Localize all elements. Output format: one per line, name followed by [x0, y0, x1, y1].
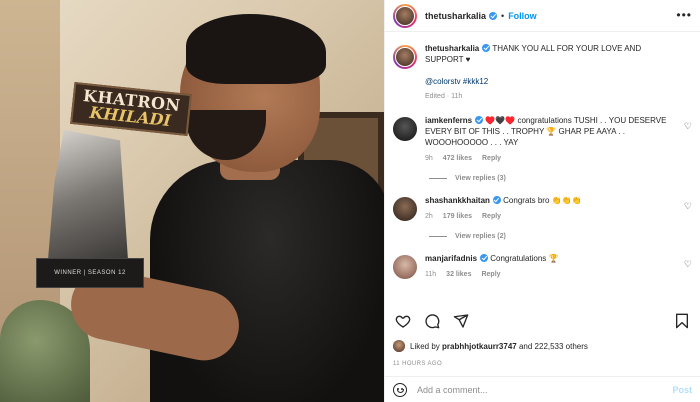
follow-button[interactable]: Follow: [508, 11, 537, 21]
verified-icon: [480, 254, 489, 262]
reply-button[interactable]: Reply: [481, 269, 500, 280]
comment-button[interactable]: [422, 311, 442, 331]
verified-icon: [482, 44, 491, 52]
action-bar: [393, 310, 692, 332]
reply-button[interactable]: Reply: [482, 211, 501, 222]
add-comment-bar: Post: [385, 376, 700, 402]
post-sidebar: thetusharkalia • Follow ••• thetusharkal…: [384, 0, 700, 402]
comments-list[interactable]: thetusharkalia THANK YOU ALL FOR YOUR LO…: [385, 33, 700, 305]
likes-user[interactable]: prabhhjotkaurr3747: [442, 342, 517, 351]
list-item: iamkenferns ♥️🖤♥️ congratulations TUSHI …: [385, 115, 700, 164]
comment-username[interactable]: manjarifadnis: [425, 254, 477, 263]
trophy-base-text: WINNER | SEASON 12: [54, 270, 126, 276]
comment-input[interactable]: [417, 384, 673, 395]
post-image[interactable]: WINNER | SEASON 12 KHATRON KHILADI: [0, 0, 384, 402]
avatar[interactable]: [393, 340, 405, 352]
avatar[interactable]: [393, 197, 417, 221]
post-header: thetusharkalia • Follow •••: [385, 0, 700, 32]
caption-username[interactable]: thetusharkalia: [425, 44, 479, 53]
show-logo: KHATRON KHILADI: [70, 81, 192, 137]
share-button[interactable]: [451, 311, 471, 331]
verified-icon: [489, 11, 498, 20]
post-button[interactable]: Post: [672, 385, 692, 395]
list-item: shashankkhaitan Congrats bro 👏👏👏 2h 179 …: [385, 195, 700, 222]
heart-icon[interactable]: ♡: [684, 259, 692, 270]
comment-text: Congratulations 🏆: [490, 254, 559, 263]
share-icon: [453, 314, 469, 328]
like-button[interactable]: [393, 311, 413, 331]
avatar[interactable]: [393, 117, 417, 141]
heart-icon: [395, 315, 411, 328]
view-replies-label: View replies (3): [455, 175, 506, 182]
verified-icon: [475, 116, 484, 124]
comment-time: 9h: [425, 155, 433, 162]
view-replies-button[interactable]: View replies (3): [429, 175, 700, 182]
comment-likes[interactable]: 32 likes: [446, 269, 471, 280]
likes-suffix[interactable]: and 222,533 others: [519, 342, 588, 351]
comment-username[interactable]: iamkenferns: [425, 116, 472, 125]
more-icon[interactable]: •••: [676, 8, 692, 22]
caption-tags[interactable]: @colorstv #kkk12: [425, 76, 674, 87]
avatar[interactable]: [393, 45, 417, 69]
caption-edited: Edited · 11h: [425, 93, 463, 100]
comment-likes[interactable]: 179 likes: [443, 211, 472, 222]
header-username[interactable]: thetusharkalia: [425, 11, 486, 21]
view-replies-button[interactable]: View replies (2): [429, 233, 700, 240]
post-timestamp: 11 HOURS AGO: [393, 361, 443, 367]
bookmark-icon: [676, 313, 688, 329]
emoji-icon[interactable]: [393, 382, 407, 397]
list-item: manjarifadnis Congratulations 🏆 11h 32 l…: [385, 253, 700, 280]
verified-icon: [492, 196, 501, 204]
likes-summary[interactable]: Liked by prabhhjotkaurr3747 and 222,533 …: [393, 340, 588, 352]
reply-button[interactable]: Reply: [482, 153, 501, 164]
man-hair: [186, 14, 326, 84]
separator-dot: •: [501, 10, 505, 21]
likes-prefix: Liked by: [410, 341, 440, 351]
caption: thetusharkalia THANK YOU ALL FOR YOUR LO…: [385, 33, 700, 102]
save-button[interactable]: [672, 311, 692, 331]
trophy-base: WINNER | SEASON 12: [36, 258, 144, 288]
comment-username[interactable]: shashankkhaitan: [425, 196, 490, 205]
comment-likes[interactable]: 472 likes: [443, 153, 472, 164]
avatar[interactable]: [393, 3, 417, 28]
heart-icon[interactable]: ♡: [684, 121, 692, 132]
comment-text: Congrats bro 👏👏👏: [503, 196, 582, 205]
view-replies-label: View replies (2): [455, 233, 506, 240]
heart-icon[interactable]: ♡: [684, 201, 692, 212]
comment-time: 11h: [425, 271, 437, 278]
avatar[interactable]: [393, 255, 417, 279]
comment-icon: [425, 314, 440, 329]
comment-time: 2h: [425, 213, 433, 220]
trophy: [48, 130, 128, 260]
man-shirt: [150, 160, 384, 402]
